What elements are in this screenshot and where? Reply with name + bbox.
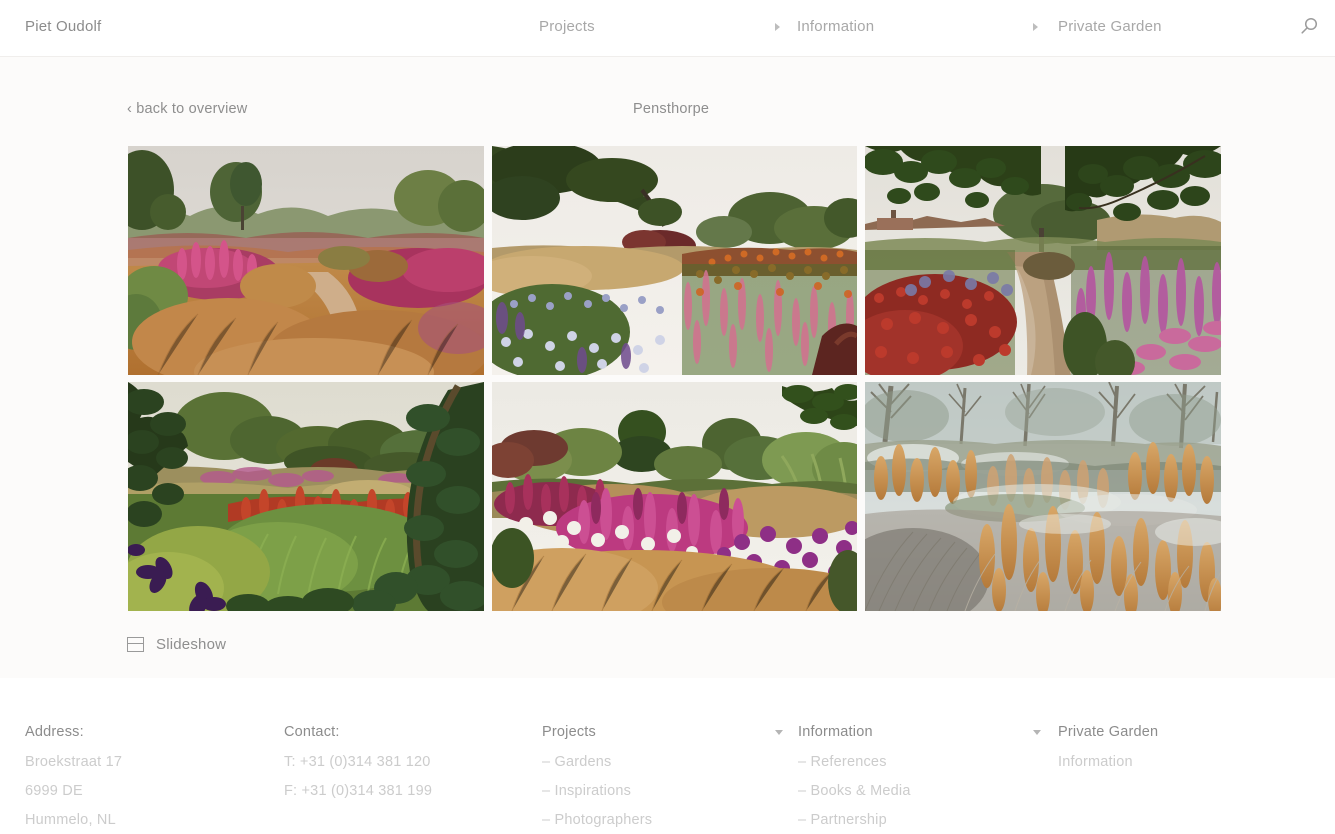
footer-column-private-garden: Private Garden Information (1058, 724, 1158, 783)
breadcrumb: ‹ back to overview Pensthorpe (0, 101, 1335, 121)
footer-column-projects: Projects – Gardens – Inspirations – Phot… (542, 724, 652, 834)
nav-item-projects[interactable]: Projects (539, 18, 595, 35)
page-root: Piet Oudolf Projects Information Private… (0, 0, 1335, 834)
slideshow-label: Slideshow (156, 636, 227, 653)
footer-link-references[interactable]: – References (798, 754, 911, 770)
chevron-right-icon-private-garden (1033, 23, 1038, 31)
slideshow-icon (127, 637, 144, 652)
caret-down-icon-information (775, 730, 783, 735)
footer-link-partnership[interactable]: – Partnership (798, 812, 911, 828)
footer-link-inspirations[interactable]: – Inspirations (542, 783, 652, 799)
site-header: Piet Oudolf Projects Information Private… (0, 0, 1335, 57)
nav-item-information[interactable]: Information (797, 18, 874, 35)
footer-heading-contact: Contact: (284, 724, 340, 740)
gallery-image-4[interactable] (128, 382, 484, 611)
footer-link-photographers[interactable]: – Photographers (542, 812, 652, 828)
footer-contact-telephone: T: +31 (0)314 381 120 (284, 754, 431, 770)
footer-link-private-information[interactable]: Information (1058, 754, 1158, 770)
page-title: Pensthorpe (633, 101, 710, 117)
footer-column-contact: Contact: T: +31 (0)314 381 120 F: +31 (0… (284, 724, 432, 812)
nav-item-private-garden[interactable]: Private Garden (1058, 18, 1162, 35)
back-to-overview-link[interactable]: ‹ back to overview (127, 101, 247, 117)
footer-address-line-1: Broekstraat 17 (25, 754, 123, 770)
site-logo[interactable]: Piet Oudolf (25, 18, 101, 35)
gallery-image-5[interactable] (492, 382, 857, 611)
gallery-image-3[interactable] (865, 146, 1221, 375)
gallery-image-2[interactable] (492, 146, 857, 375)
footer-heading-information[interactable]: Information (798, 724, 911, 740)
site-footer: Address: Broekstraat 17 6999 DE Hummelo,… (0, 678, 1335, 834)
footer-link-gardens[interactable]: – Gardens (542, 754, 652, 770)
chevron-right-icon-information (775, 23, 780, 31)
footer-heading-projects[interactable]: Projects (542, 724, 652, 740)
gallery-image-1[interactable] (128, 146, 484, 375)
footer-link-books-media[interactable]: – Books & Media (798, 783, 911, 799)
footer-heading-address: Address: (25, 724, 84, 740)
footer-contact-fax: F: +31 (0)314 381 199 (284, 783, 433, 799)
footer-column-information: Information – References – Books & Media… (798, 724, 911, 834)
search-icon[interactable] (1298, 16, 1320, 38)
footer-column-address: Address: Broekstraat 17 6999 DE Hummelo,… (25, 724, 122, 834)
gallery-image-6[interactable] (865, 382, 1221, 611)
content-section: ‹ back to overview Pensthorpe Slideshow (0, 57, 1335, 678)
footer-address-line-3: Hummelo, NL (25, 812, 116, 828)
footer-heading-private-garden[interactable]: Private Garden (1058, 724, 1158, 740)
caret-down-icon-private-garden (1033, 730, 1041, 735)
slideshow-button[interactable]: Slideshow (127, 636, 226, 653)
footer-address-line-2: 6999 DE (25, 783, 83, 799)
image-grid (128, 146, 1221, 611)
